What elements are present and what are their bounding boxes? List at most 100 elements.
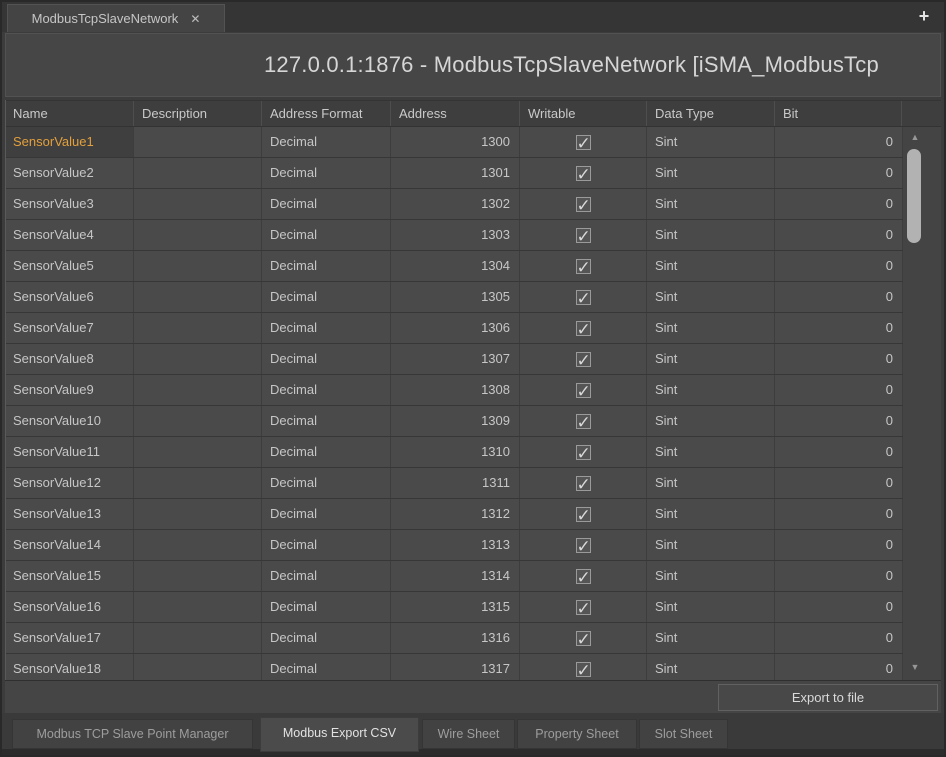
writable-checkbox[interactable]: ✓ <box>576 352 591 367</box>
cell-bit[interactable]: 0 <box>775 561 903 591</box>
cell-name[interactable]: SensorValue7 <box>5 313 134 343</box>
cell-description[interactable] <box>134 344 262 374</box>
cell-data-type[interactable]: Sint <box>647 406 775 436</box>
cell-address-format[interactable]: Decimal <box>262 623 391 653</box>
writable-checkbox[interactable]: ✓ <box>576 135 591 150</box>
cell-address[interactable]: 1309 <box>391 406 520 436</box>
cell-data-type[interactable]: Sint <box>647 344 775 374</box>
writable-checkbox[interactable]: ✓ <box>576 538 591 553</box>
cell-description[interactable] <box>134 499 262 529</box>
cell-bit[interactable]: 0 <box>775 282 903 312</box>
writable-checkbox[interactable]: ✓ <box>576 259 591 274</box>
writable-checkbox[interactable]: ✓ <box>576 321 591 336</box>
cell-address[interactable]: 1314 <box>391 561 520 591</box>
table-row[interactable]: SensorValue17 Decimal 1316 ✓ Sint 0 <box>5 623 903 654</box>
cell-bit[interactable]: 0 <box>775 468 903 498</box>
cell-address[interactable]: 1303 <box>391 220 520 250</box>
cell-description[interactable] <box>134 127 262 157</box>
cell-bit[interactable]: 0 <box>775 406 903 436</box>
cell-address[interactable]: 1301 <box>391 158 520 188</box>
cell-data-type[interactable]: Sint <box>647 158 775 188</box>
cell-address-format[interactable]: Decimal <box>262 282 391 312</box>
cell-data-type[interactable]: Sint <box>647 623 775 653</box>
cell-address[interactable]: 1307 <box>391 344 520 374</box>
view-tab-property-sheet[interactable]: Property Sheet <box>517 719 637 749</box>
scrollbar-thumb[interactable] <box>907 149 921 243</box>
cell-address[interactable]: 1300 <box>391 127 520 157</box>
cell-address-format[interactable]: Decimal <box>262 375 391 405</box>
cell-description[interactable] <box>134 406 262 436</box>
cell-description[interactable] <box>134 313 262 343</box>
cell-bit[interactable]: 0 <box>775 313 903 343</box>
cell-bit[interactable]: 0 <box>775 530 903 560</box>
cell-name[interactable]: SensorValue1 <box>5 127 134 157</box>
cell-description[interactable] <box>134 220 262 250</box>
writable-checkbox[interactable]: ✓ <box>576 383 591 398</box>
cell-name[interactable]: SensorValue9 <box>5 375 134 405</box>
table-row-selected[interactable]: SensorValue1 Decimal 1300 ✓ Sint 0 <box>5 127 903 158</box>
table-row[interactable]: SensorValue16 Decimal 1315 ✓ Sint 0 <box>5 592 903 623</box>
table-row[interactable]: SensorValue13 Decimal 1312 ✓ Sint 0 <box>5 499 903 530</box>
cell-address[interactable]: 1302 <box>391 189 520 219</box>
cell-name[interactable]: SensorValue18 <box>5 654 134 680</box>
cell-description[interactable] <box>134 592 262 622</box>
cell-address[interactable]: 1317 <box>391 654 520 680</box>
cell-data-type[interactable]: Sint <box>647 654 775 680</box>
cell-bit[interactable]: 0 <box>775 375 903 405</box>
cell-data-type[interactable]: Sint <box>647 468 775 498</box>
cell-bit[interactable]: 0 <box>775 592 903 622</box>
cell-name[interactable]: SensorValue11 <box>5 437 134 467</box>
scroll-up-icon[interactable]: ▲ <box>906 131 924 143</box>
cell-bit[interactable]: 0 <box>775 654 903 680</box>
cell-address[interactable]: 1306 <box>391 313 520 343</box>
cell-bit[interactable]: 0 <box>775 189 903 219</box>
cell-data-type[interactable]: Sint <box>647 127 775 157</box>
cell-name[interactable]: SensorValue12 <box>5 468 134 498</box>
cell-name[interactable]: SensorValue15 <box>5 561 134 591</box>
cell-address-format[interactable]: Decimal <box>262 654 391 680</box>
table-row[interactable]: SensorValue12 Decimal 1311 ✓ Sint 0 <box>5 468 903 499</box>
table-row[interactable]: SensorValue11 Decimal 1310 ✓ Sint 0 <box>5 437 903 468</box>
column-header-bit[interactable]: Bit <box>775 101 902 126</box>
cell-description[interactable] <box>134 561 262 591</box>
cell-address-format[interactable]: Decimal <box>262 158 391 188</box>
cell-address[interactable]: 1311 <box>391 468 520 498</box>
writable-checkbox[interactable]: ✓ <box>576 507 591 522</box>
cell-data-type[interactable]: Sint <box>647 499 775 529</box>
table-row[interactable]: SensorValue4 Decimal 1303 ✓ Sint 0 <box>5 220 903 251</box>
column-header-address[interactable]: Address <box>391 101 520 126</box>
table-row[interactable]: SensorValue8 Decimal 1307 ✓ Sint 0 <box>5 344 903 375</box>
writable-checkbox[interactable]: ✓ <box>576 631 591 646</box>
cell-address[interactable]: 1312 <box>391 499 520 529</box>
cell-bit[interactable]: 0 <box>775 127 903 157</box>
cell-address-format[interactable]: Decimal <box>262 499 391 529</box>
cell-description[interactable] <box>134 468 262 498</box>
view-tab-wire-sheet[interactable]: Wire Sheet <box>422 719 515 749</box>
writable-checkbox[interactable]: ✓ <box>576 228 591 243</box>
cell-address[interactable]: 1315 <box>391 592 520 622</box>
cell-address[interactable]: 1316 <box>391 623 520 653</box>
cell-address-format[interactable]: Decimal <box>262 127 391 157</box>
column-header-description[interactable]: Description <box>134 101 262 126</box>
column-header-name[interactable]: Name <box>5 101 134 126</box>
cell-name[interactable]: SensorValue16 <box>5 592 134 622</box>
cell-bit[interactable]: 0 <box>775 437 903 467</box>
vertical-scrollbar[interactable]: ▲ ▼ <box>903 127 941 680</box>
column-header-address-format[interactable]: Address Format <box>262 101 391 126</box>
writable-checkbox[interactable]: ✓ <box>576 569 591 584</box>
writable-checkbox[interactable]: ✓ <box>576 197 591 212</box>
close-icon[interactable]: ✕ <box>190 12 200 26</box>
cell-name[interactable]: SensorValue17 <box>5 623 134 653</box>
table-row[interactable]: SensorValue7 Decimal 1306 ✓ Sint 0 <box>5 313 903 344</box>
cell-description[interactable] <box>134 437 262 467</box>
cell-data-type[interactable]: Sint <box>647 437 775 467</box>
cell-description[interactable] <box>134 189 262 219</box>
cell-data-type[interactable]: Sint <box>647 220 775 250</box>
cell-address[interactable]: 1313 <box>391 530 520 560</box>
view-tab-modbus-tcp-slave-point-manager[interactable]: Modbus TCP Slave Point Manager <box>12 719 253 749</box>
cell-address-format[interactable]: Decimal <box>262 251 391 281</box>
cell-bit[interactable]: 0 <box>775 344 903 374</box>
cell-address-format[interactable]: Decimal <box>262 189 391 219</box>
writable-checkbox[interactable]: ✓ <box>576 600 591 615</box>
cell-address-format[interactable]: Decimal <box>262 220 391 250</box>
